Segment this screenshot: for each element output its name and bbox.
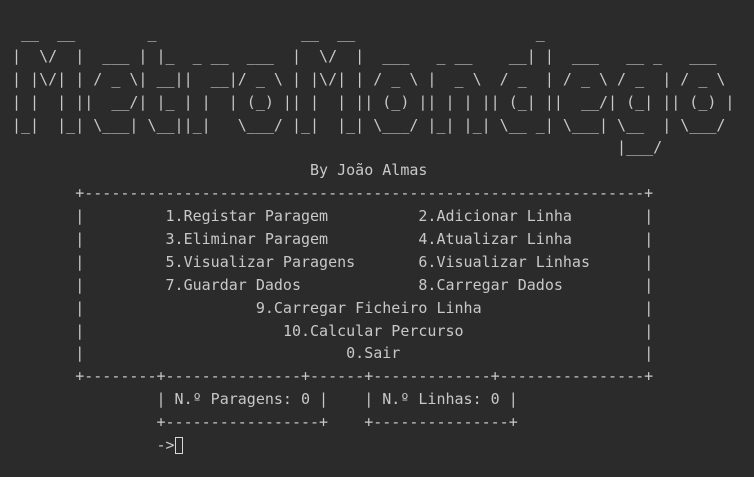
menu-box: +---------------------------------------…	[12, 182, 734, 388]
ascii-art-line: | | | || __/| |_ | | | (_) || | | || (_)…	[12, 92, 735, 111]
prompt-line[interactable]: ->	[12, 434, 734, 457]
paragens-border: +-----------------+	[156, 413, 329, 432]
menu-border-top: +---------------------------------------…	[75, 184, 654, 203]
border: |	[75, 298, 85, 317]
menu-row: | 5.Visualizar Paragens 6.Visualizar Lin…	[12, 251, 734, 274]
menu-item: 0.Sair	[346, 344, 401, 363]
border: |	[75, 252, 85, 271]
menu-item: 6.Visualizar Linhas	[418, 252, 590, 271]
linhas-border: +---------------+	[364, 413, 518, 432]
menu-item: 7.Guardar Dados	[165, 275, 301, 294]
menu-row: | 0.Sair |	[12, 342, 734, 365]
menu-row: | 10.Calcular Percurso |	[12, 320, 734, 343]
menu-item: 10.Calcular Percurso	[282, 321, 464, 340]
ascii-art-line: __ __ _ __ __ _	[12, 24, 545, 42]
author-line: By João Almas	[12, 159, 734, 182]
stats-border-row: +-----------------+ +---------------+	[12, 411, 734, 434]
ascii-art-line: |___/	[12, 138, 663, 157]
menu-row: | 9.Carregar Ficheiro Linha |	[12, 297, 734, 320]
ascii-art-logo: __ __ _ __ __ _ | \/ | ___ | |_ _ __ ___…	[12, 22, 734, 159]
ascii-art-line: | \/ | ___ | |_ _ __ ___ | \/ | ___ _ __…	[12, 46, 717, 65]
border: |	[644, 275, 654, 294]
prompt: ->	[156, 436, 175, 455]
linhas-count: | N.º Linhas: 0 |	[364, 390, 518, 409]
ascii-art-line: |_| |_| \___| \__||_| \___/ |_| |_| \___…	[12, 115, 726, 134]
author: By João Almas	[310, 161, 428, 180]
border: |	[75, 207, 85, 226]
terminal[interactable]: __ __ _ __ __ _ | \/ | ___ | |_ _ __ ___…	[12, 22, 734, 457]
menu-row: | 3.Eliminar Paragem 4.Atualizar Linha |	[12, 228, 734, 251]
menu-border-bottom: +--------+---------------+------+-------…	[75, 367, 654, 386]
ascii-art-line: | |\/| | / _ \| __|| __|/ _ \ | |\/| | /…	[12, 69, 726, 88]
stats-row: | N.º Paragens: 0 | | N.º Linhas: 0 |	[12, 388, 734, 411]
menu-item: 8.Carregar Dados	[418, 275, 563, 294]
menu-row: | 7.Guardar Dados 8.Carregar Dados |	[12, 274, 734, 297]
menu-row: | 1.Registar Paragem 2.Adicionar Linha |	[12, 205, 734, 228]
menu-item: 5.Visualizar Paragens	[165, 252, 356, 271]
border: |	[644, 298, 654, 317]
menu-item: 1.Registar Paragem	[165, 207, 329, 226]
border: |	[75, 275, 85, 294]
border: |	[644, 252, 654, 271]
border: |	[644, 230, 654, 249]
border: |	[75, 321, 85, 340]
border: |	[644, 321, 654, 340]
text-cursor[interactable]	[174, 437, 183, 455]
border: |	[644, 207, 654, 226]
menu-item: 9.Carregar Ficheiro Linha	[255, 298, 482, 317]
paragens-count: | N.º Paragens: 0 |	[156, 390, 329, 409]
menu-item: 3.Eliminar Paragem	[165, 230, 329, 249]
border: |	[75, 344, 85, 363]
menu-item: 2.Adicionar Linha	[418, 207, 572, 226]
border: |	[644, 344, 654, 363]
menu-item: 4.Atualizar Linha	[418, 230, 572, 249]
border: |	[75, 230, 85, 249]
